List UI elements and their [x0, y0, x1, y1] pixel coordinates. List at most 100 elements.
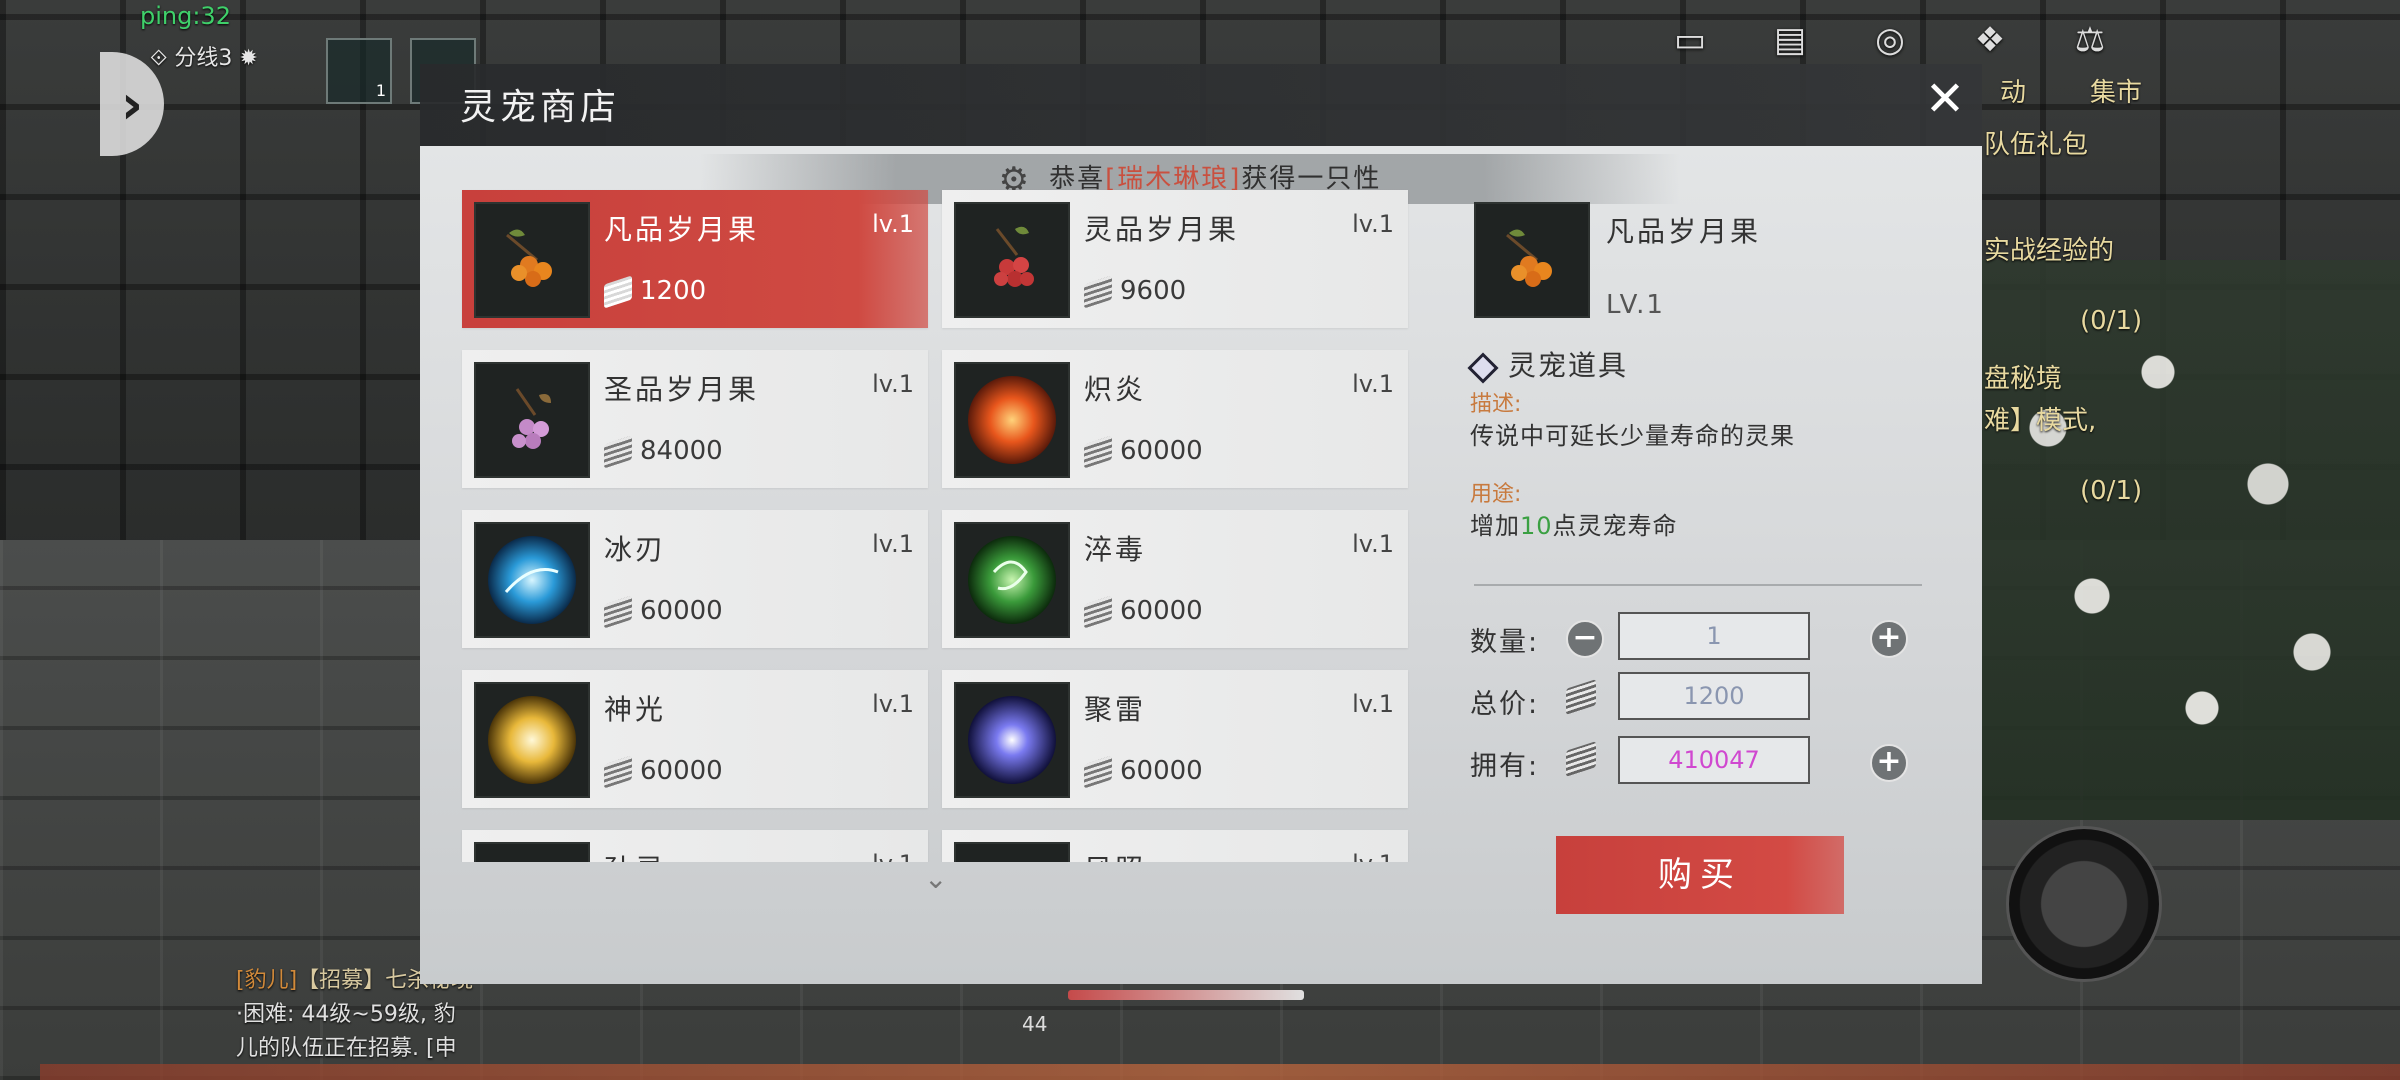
diamond-icon [1467, 351, 1499, 384]
hp-bar [1068, 990, 1304, 1000]
item-price: 60000 [1084, 754, 1203, 789]
item-price-value: 60000 [1120, 596, 1203, 626]
item-name: 灵品岁月果 [1084, 213, 1240, 246]
desc-label: 描述: [1470, 392, 1522, 417]
item-price: 1200 [604, 274, 707, 309]
total-price-field: 1200 [1618, 672, 1810, 720]
owned-label: 拥有: [1470, 751, 1540, 782]
shop-item-card[interactable]: 神光 lv.1 60000 [462, 670, 928, 808]
item-price: 60000 [604, 594, 723, 629]
add-currency-icon[interactable]: + [1870, 744, 1908, 782]
item-price: 60000 [604, 754, 723, 789]
market-label[interactable]: 集市 [2090, 72, 2142, 109]
chevron-down-icon[interactable]: ⌄ [924, 862, 947, 895]
shop-item-card[interactable]: 凡品岁月果 lv.1 1200 [462, 190, 928, 328]
silver-coin-icon [1084, 274, 1112, 309]
ping-indicator: ping:32 [140, 2, 231, 30]
item-name: 冰刃 [604, 533, 667, 566]
item-price-value: 1200 [640, 276, 707, 306]
silver-coin-icon [604, 274, 632, 309]
quest-text-5: 难】模式, [1984, 406, 2097, 436]
silver-coin-icon [1084, 434, 1112, 469]
item-price-value: 84000 [640, 436, 723, 466]
item-price: 60000 [1084, 434, 1203, 469]
silver-coin-icon [1084, 754, 1112, 789]
minus-icon[interactable]: − [1566, 620, 1604, 658]
item-name: 神光 [604, 693, 667, 726]
item-price-value: 60000 [640, 596, 723, 626]
detail-item-level: LV.1 [1606, 290, 1665, 320]
fire-orb-icon [954, 362, 1070, 478]
item-level: lv.1 [872, 850, 914, 862]
poison-orb-icon [954, 522, 1070, 638]
item-price-value: 9600 [1120, 276, 1187, 306]
shop-item-card[interactable]: 冰刃 lv.1 60000 [462, 510, 928, 648]
quick-slot-item[interactable]: 1 [326, 38, 392, 104]
market-icon[interactable]: ⚖ [2060, 20, 2120, 76]
desc-text: 传说中可延长少量寿命的灵果 [1470, 422, 1795, 450]
holy-light-orb-icon [474, 682, 590, 798]
item-name: 淬毒 [1084, 533, 1147, 566]
red-berry-icon [954, 202, 1070, 318]
shop-item-card[interactable]: 孙灵 lv.1 [462, 830, 928, 862]
detail-orange-fruit-icon [1474, 202, 1590, 318]
item-level: lv.1 [872, 210, 914, 238]
item-price-value: 60000 [1120, 756, 1203, 786]
shop-item-card[interactable]: 风照 lv.1 [942, 830, 1408, 862]
dialog-title: 灵宠商店 [460, 87, 621, 128]
quantity-input[interactable]: 1 [1618, 612, 1810, 660]
orange-fruit-icon [474, 202, 590, 318]
item-name: 炽炎 [1084, 373, 1147, 406]
shop-item-card[interactable]: 淬毒 lv.1 60000 [942, 510, 1408, 648]
quest-text-2: 实战经验的 [1984, 236, 2115, 266]
plus-icon[interactable]: + [1870, 620, 1908, 658]
item-name: 凡品岁月果 [604, 213, 760, 246]
spirit-orb-icon [474, 842, 590, 862]
chat-sender: [豹儿] [236, 968, 298, 993]
quest-text-4: 盘秘境 [1984, 364, 2063, 394]
silver-coin-icon [604, 594, 632, 629]
quantity-label: 数量: [1470, 627, 1540, 658]
item-name: 孙灵 [604, 848, 666, 862]
use-label: 用途: [1470, 482, 1522, 507]
use-text: 增加10点灵宠寿命 [1470, 506, 1678, 541]
server-line-selector[interactable]: ⟐ 分线3 ✹ [150, 40, 258, 72]
dialog-title-bar [420, 64, 1982, 146]
silver-coin-icon [604, 754, 632, 789]
silver-coin-icon [1084, 594, 1112, 629]
activity-label[interactable]: 动 [2000, 72, 2026, 109]
use-suffix: 点灵宠寿命 [1552, 512, 1678, 540]
detail-item-type-label: 灵宠道具 [1508, 349, 1629, 382]
item-price: 84000 [604, 434, 723, 469]
use-number: 10 [1520, 512, 1553, 540]
item-level: lv.1 [872, 690, 914, 718]
quick-slot-count: 1 [375, 81, 386, 100]
player-level: 44 [1022, 1012, 1048, 1036]
item-level: lv.1 [872, 370, 914, 398]
close-icon[interactable]: ✕ [1920, 74, 1970, 124]
item-level: lv.1 [1352, 210, 1394, 238]
detail-item-type: 灵宠道具 [1467, 344, 1629, 384]
quest-text-6: (0/1) [2080, 476, 2143, 506]
item-level: lv.1 [1352, 530, 1394, 558]
use-prefix: 增加 [1470, 512, 1520, 540]
shop-item-card[interactable]: 灵品岁月果 lv.1 9600 [942, 190, 1408, 328]
detail-divider [1474, 584, 1922, 586]
attack-button[interactable] [2006, 826, 2162, 982]
quest-text-3: (0/1) [2080, 306, 2143, 336]
item-price-value: 60000 [640, 756, 723, 786]
shop-item-card[interactable]: 炽炎 lv.1 60000 [942, 350, 1408, 488]
buy-button[interactable]: 购买 [1556, 836, 1844, 914]
shop-item-card[interactable]: 聚雷 lv.1 60000 [942, 670, 1408, 808]
chat-line-2: ·困难: 44级~59级, 豹 [236, 1002, 456, 1027]
shop-item-card[interactable]: 圣品岁月果 lv.1 84000 [462, 350, 928, 488]
quest-text-1: 队伍礼包 [1984, 130, 2089, 160]
silver-coin-icon [604, 434, 632, 469]
item-price: 9600 [1084, 274, 1187, 309]
item-name: 聚雷 [1084, 693, 1147, 726]
chat-line-3: 儿的队伍正在招募. [申 [236, 1036, 457, 1061]
item-level: lv.1 [1352, 850, 1394, 862]
item-grid[interactable]: 凡品岁月果 lv.1 1200 灵品岁月果 lv.1 9600 圣品岁月果 lv… [460, 188, 1410, 862]
item-name: 圣品岁月果 [604, 373, 760, 406]
item-price-value: 60000 [1120, 436, 1203, 466]
